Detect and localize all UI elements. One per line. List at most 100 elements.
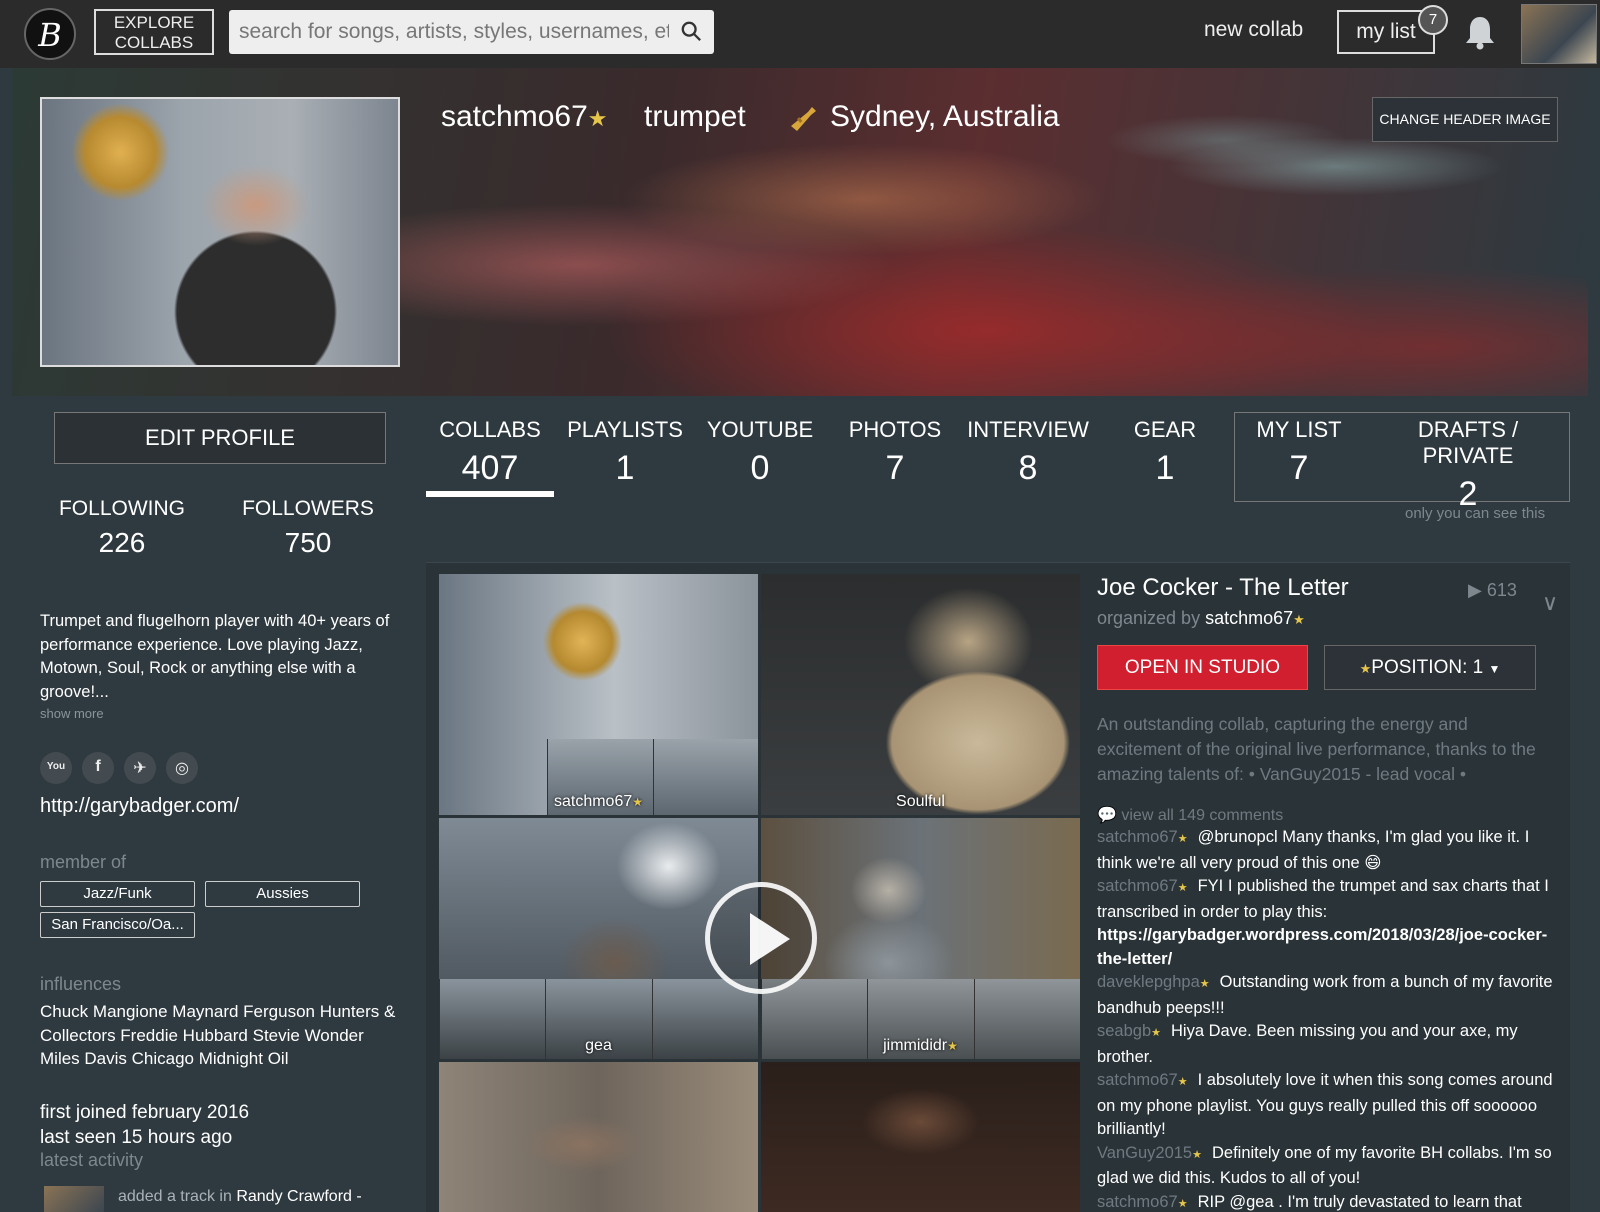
facebook-social-link[interactable]: f xyxy=(82,752,114,784)
tab-photos[interactable]: PHOTOS 7 xyxy=(842,417,948,488)
tab-count: 0 xyxy=(750,449,770,487)
tab-label: INTERVIEW xyxy=(967,417,1089,442)
search-box xyxy=(229,10,714,54)
organizer-link[interactable]: satchmo67 xyxy=(1205,608,1293,628)
tab-label: COLLABS xyxy=(439,417,541,442)
following-count: 226 xyxy=(98,527,146,558)
view-comments-text: view all 149 comments xyxy=(1121,807,1284,824)
new-collab-link[interactable]: new collab xyxy=(1204,18,1303,42)
comment-user[interactable]: satchmo67★ xyxy=(1097,1193,1188,1211)
group-tag[interactable]: Aussies xyxy=(205,881,360,907)
logo-icon: B xyxy=(38,16,62,54)
comment-user-text: VanGuy2015 xyxy=(1097,1143,1193,1162)
tab-playlists[interactable]: PLAYLISTS 1 xyxy=(566,417,684,488)
tab-count: 407 xyxy=(461,449,519,487)
tab-label: GEAR xyxy=(1133,417,1197,442)
comment-user[interactable]: daveklepghpa★ xyxy=(1097,973,1210,991)
star-icon: ★ xyxy=(1293,612,1305,627)
edit-profile-button[interactable]: EDIT PROFILE xyxy=(54,412,386,464)
comment: VanGuy2015★ Definitely one of my favorite… xyxy=(1097,1142,1563,1191)
tab-my-list[interactable]: MY LIST 7 xyxy=(1246,417,1352,488)
comment: satchmo67★ RIP @gea . I'm truly devastate… xyxy=(1097,1191,1563,1212)
tab-drafts-private[interactable]: DRAFTS / PRIVATE 2 xyxy=(1370,417,1566,514)
star-icon: ★ xyxy=(1199,978,1210,990)
last-seen: last seen 15 hours ago xyxy=(40,1127,233,1148)
search-icon[interactable] xyxy=(680,20,702,42)
followers-stat[interactable]: FOLLOWERS 750 xyxy=(223,497,393,559)
comment-user[interactable]: satchmo67★ xyxy=(1097,828,1188,846)
following-stat[interactable]: FOLLOWING 226 xyxy=(37,497,207,559)
comment-user-text: daveklepghpa xyxy=(1097,973,1200,991)
explore-collabs-button[interactable]: EXPLORE COLLABS xyxy=(94,9,214,55)
latest-activity-label: latest activity xyxy=(40,1150,144,1170)
view-all-comments-link[interactable]: 💬 view all 149 comments xyxy=(1097,805,1283,825)
open-in-studio-button[interactable]: OPEN IN STUDIO xyxy=(1097,645,1308,690)
logo[interactable]: B xyxy=(24,8,76,60)
tab-youtube[interactable]: YOUTUBE 0 xyxy=(702,417,818,488)
track-name: jimmididr★ xyxy=(761,1037,1080,1055)
comment-user[interactable]: satchmo67★ xyxy=(1097,877,1188,895)
collab-title[interactable]: Joe Cocker - The Letter xyxy=(1097,574,1349,602)
influences-text: Chuck Mangione Maynard Ferguson Hunters … xyxy=(40,1002,396,1068)
user-avatar[interactable] xyxy=(1521,4,1597,64)
comment-user[interactable]: seabgb★ xyxy=(1097,1022,1161,1040)
activity-item: added a track in Randy Crawford - xyxy=(118,1188,362,1206)
activity-thumbnail[interactable] xyxy=(44,1186,104,1212)
tab-count: 1 xyxy=(615,449,635,487)
comments-list: satchmo67★ @brunopcl Many thanks, I'm gla… xyxy=(1097,826,1563,1212)
star-icon: ★ xyxy=(1151,1027,1162,1039)
comment: satchmo67★ I absolutely love it when this… xyxy=(1097,1069,1563,1142)
my-list-count-badge: 7 xyxy=(1418,5,1448,35)
change-header-image-button[interactable]: CHANGE HEADER IMAGE xyxy=(1372,97,1558,142)
tab-collabs[interactable]: COLLABS 407 xyxy=(426,417,554,488)
tab-label: MY LIST xyxy=(1256,417,1342,442)
track-name: satchmo67★ xyxy=(439,793,758,811)
comment: satchmo67★ FYI I published the trumpet an… xyxy=(1097,875,1563,971)
membership-info: first joined february 2016 last seen 15 … xyxy=(40,1100,249,1150)
track-video[interactable] xyxy=(761,1062,1080,1212)
instagram-social-link[interactable]: ◎ xyxy=(166,752,198,784)
group-tag[interactable]: Jazz/Funk xyxy=(40,881,195,907)
organized-by-label: organized by xyxy=(1097,608,1201,628)
twitter-social-link[interactable]: ✈ xyxy=(124,752,156,784)
position-label: POSITION: 1 xyxy=(1371,657,1484,678)
show-more-link[interactable]: show more xyxy=(40,706,104,721)
chevron-down-icon[interactable]: ∨ xyxy=(1542,590,1558,616)
search-input[interactable] xyxy=(229,10,669,54)
website-link[interactable]: http://garybadger.com/ xyxy=(40,795,239,818)
member-of-label: member of xyxy=(40,852,127,872)
explore-line1: EXPLORE xyxy=(113,13,195,32)
influences-label: influences xyxy=(40,974,122,994)
comment-user-text: satchmo67 xyxy=(1097,877,1178,895)
profile-photo[interactable] xyxy=(40,97,400,367)
track-video[interactable] xyxy=(439,1062,758,1212)
followers-count: 750 xyxy=(284,527,332,558)
play-icon: ▶ xyxy=(1468,580,1487,600)
star-icon: ★ xyxy=(947,1039,958,1053)
tab-count: 7 xyxy=(1289,449,1309,487)
group-tag[interactable]: San Francisco/Oa... xyxy=(40,912,195,938)
tab-gear[interactable]: GEAR 1 xyxy=(1124,417,1206,488)
track-video[interactable]: satchmo67★ xyxy=(439,574,758,815)
comment-user[interactable]: VanGuy2015★ xyxy=(1097,1144,1202,1162)
youtube-icon: You xyxy=(46,761,66,772)
tab-label: DRAFTS / PRIVATE xyxy=(1417,417,1519,468)
star-icon: ★ xyxy=(1177,882,1188,894)
activity-target-link[interactable]: Randy Crawford - xyxy=(236,1188,361,1205)
explore-line2: COLLABS xyxy=(114,33,194,52)
comment: seabgb★ Hiya Dave. Been missing you and y… xyxy=(1097,1020,1563,1069)
comment-link[interactable]: https://garybadger.wordpress.com/2018/03… xyxy=(1097,926,1547,968)
comment-user[interactable]: satchmo67★ xyxy=(1097,1071,1188,1089)
bell-icon[interactable] xyxy=(1463,14,1497,50)
play-button[interactable] xyxy=(705,882,817,994)
tab-label: PHOTOS xyxy=(848,417,942,442)
track-name-text: satchmo67 xyxy=(553,793,633,810)
tab-interview[interactable]: INTERVIEW 8 xyxy=(966,417,1090,488)
position-dropdown[interactable]: ★POSITION: 1 ▼ xyxy=(1324,645,1536,690)
youtube-social-link[interactable]: You xyxy=(40,752,72,784)
track-name: Soulful xyxy=(896,793,945,810)
track-name: gea xyxy=(585,1037,612,1054)
star-icon: ★ xyxy=(632,795,644,809)
top-nav: B EXPLORE COLLABS new collab my list 7 xyxy=(0,0,1600,68)
track-video[interactable]: Soulful xyxy=(761,574,1080,815)
